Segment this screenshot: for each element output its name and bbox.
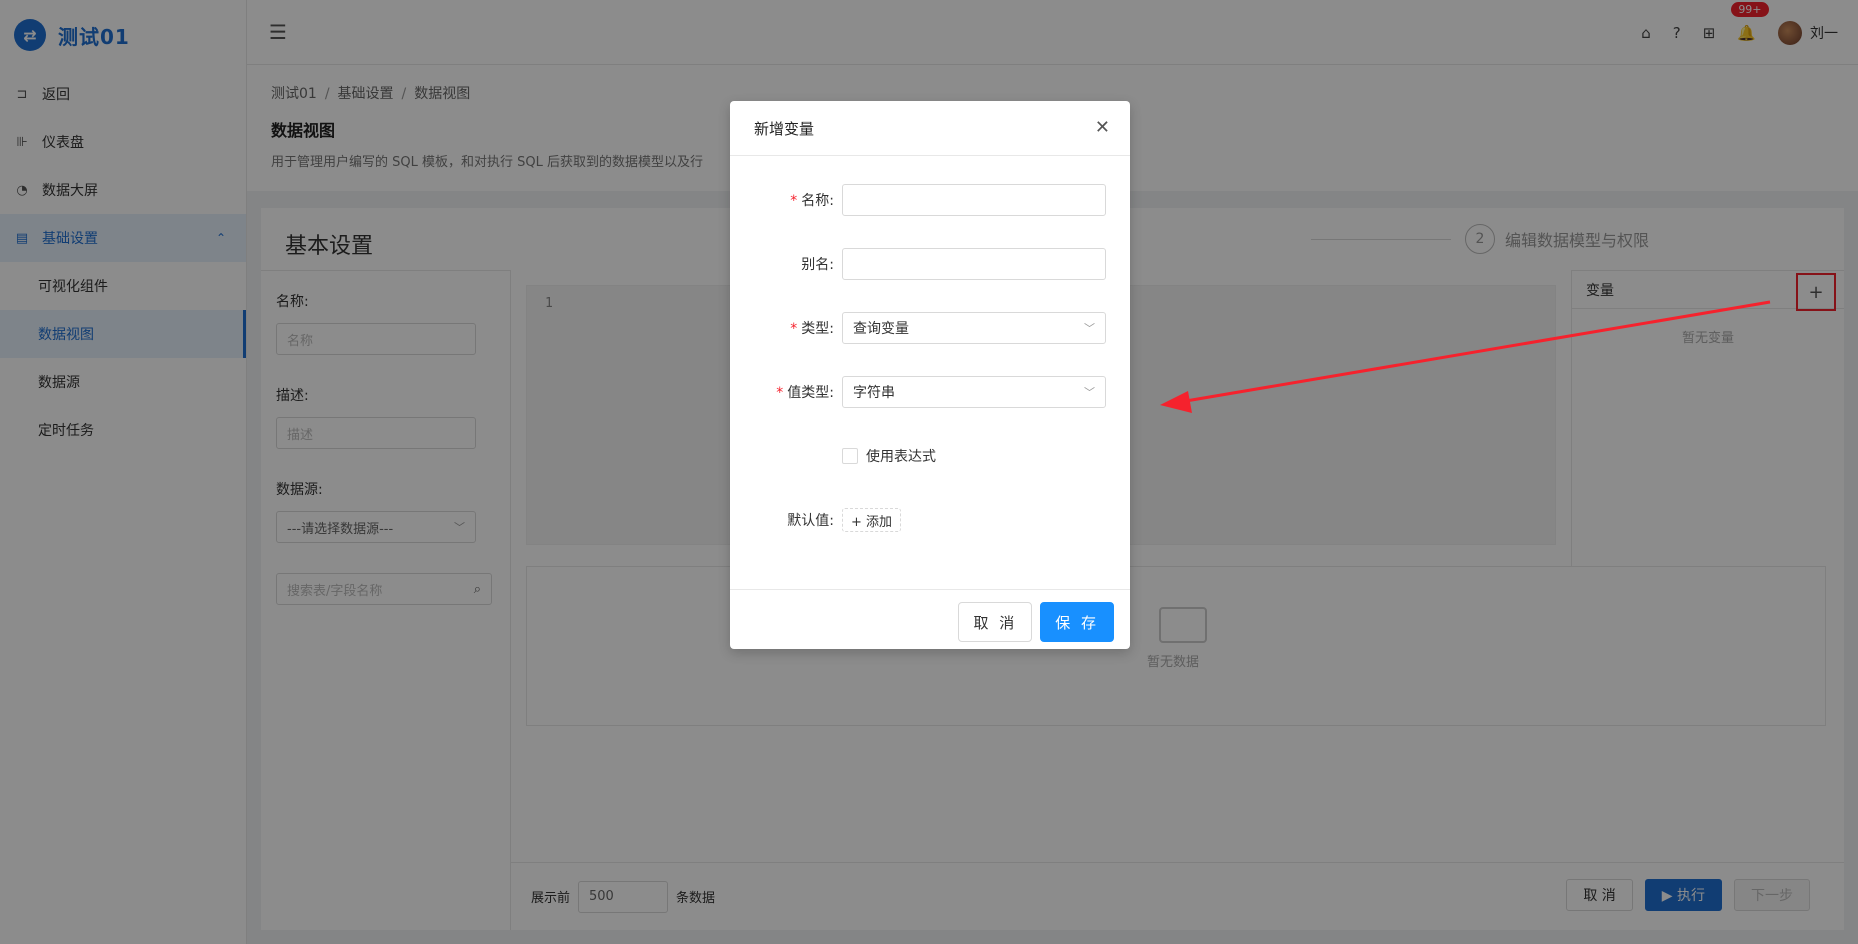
add-default-value-button[interactable]: + 添加: [842, 508, 902, 532]
select-value: 查询变量: [853, 321, 909, 337]
chevron-down-icon: ﹀: [1084, 386, 1095, 399]
type-field-label: * 类型:: [790, 321, 834, 337]
modal-header: 新增变量 ✕: [730, 101, 1130, 156]
variable-name-input[interactable]: [842, 184, 1106, 216]
modal-footer: 取 消 保 存: [730, 589, 1130, 649]
modal-buttons: 取 消 保 存: [958, 602, 1114, 642]
value-type-select[interactable]: 字符串 ﹀: [842, 376, 1106, 408]
variable-alias-input[interactable]: [842, 248, 1106, 280]
default-field-label: 默认值:: [787, 513, 834, 529]
use-expression-option[interactable]: 使用表达式: [842, 446, 936, 466]
form-row-default: 默认值: + 添加: [730, 504, 1130, 536]
close-icon[interactable]: ✕: [1095, 117, 1110, 138]
form-row-alias: 别名:: [730, 248, 1130, 280]
chevron-down-icon: ﹀: [1084, 322, 1095, 335]
add-variable-modal: 新增变量 ✕ * 名称: 别名: * 类型: 查询变量 ﹀ * 值类型: 字符串 ﹀ …: [730, 101, 1130, 649]
value-type-field-label: * 值类型:: [776, 385, 834, 401]
variable-type-select[interactable]: 查询变量 ﹀: [842, 312, 1106, 344]
alias-field-label: 别名:: [801, 257, 834, 273]
form-row-type: * 类型: 查询变量 ﹀: [730, 312, 1130, 344]
use-expression-label: 使用表达式: [866, 449, 936, 465]
form-row-value-type: * 值类型: 字符串 ﹀: [730, 376, 1130, 408]
modal-cancel-button[interactable]: 取 消: [958, 602, 1033, 642]
select-value: 字符串: [853, 385, 895, 401]
form-row-name: * 名称:: [730, 184, 1130, 216]
name-field-label: * 名称:: [790, 193, 834, 209]
modal-title: 新增变量: [754, 119, 815, 138]
use-expression-checkbox[interactable]: [842, 448, 858, 464]
modal-save-button[interactable]: 保 存: [1040, 602, 1114, 642]
